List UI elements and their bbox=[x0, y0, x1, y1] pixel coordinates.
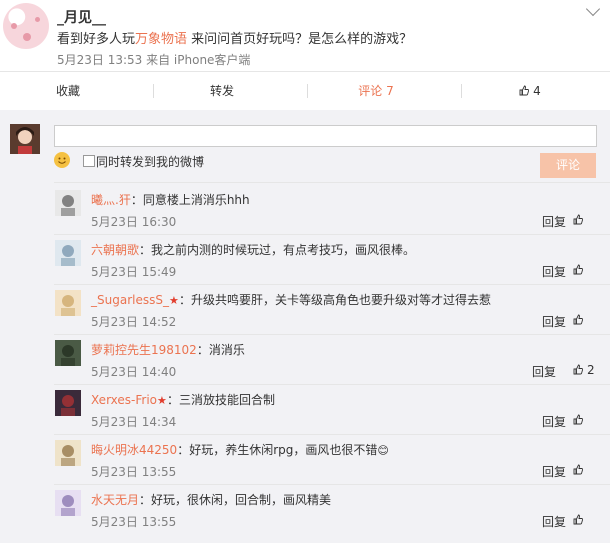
commenter-name[interactable]: 曦灬.犴 bbox=[91, 193, 131, 207]
comment-body: ：好玩，养生休闲rpg，画风也很不错 bbox=[177, 443, 378, 457]
thumb-up-icon bbox=[573, 264, 583, 275]
comment-time: 5月23日 13:55 bbox=[91, 515, 177, 529]
comment-text: Xerxes-Frio★：三消放技能回合制 bbox=[91, 391, 275, 408]
commenter-avatar[interactable] bbox=[55, 440, 81, 466]
thumb-up-icon bbox=[573, 464, 583, 475]
comment-body: ：我之前内测的时候玩过，有点考技巧，画风很棒。 bbox=[139, 243, 416, 257]
post-text-after: 来问问首页好玩吗？是怎么样的游戏？ bbox=[187, 32, 413, 47]
commenter-name[interactable]: 晦火明冰44250 bbox=[91, 443, 177, 457]
thumb-up-icon bbox=[573, 514, 583, 525]
commenter-avatar[interactable] bbox=[55, 490, 81, 516]
post-meta: 5月23日 13:53 来自 iPhone客户端 bbox=[57, 53, 251, 67]
comment-time: 5月23日 13:55 bbox=[91, 465, 177, 479]
comment-like-button[interactable]: 2 bbox=[573, 363, 595, 377]
divider bbox=[54, 234, 610, 235]
comment-time: 5月23日 15:49 bbox=[91, 265, 177, 279]
comment-like-button[interactable] bbox=[573, 413, 583, 427]
forward-checkbox[interactable] bbox=[83, 155, 95, 167]
vip-badge-icon[interactable]: ★ bbox=[157, 395, 167, 406]
post-text-before: 看到好多人玩 bbox=[57, 32, 136, 47]
comment-text: 六朝朝歌：我之前内测的时候玩过，有点考技巧，画风很棒。 bbox=[91, 241, 415, 258]
commenter-avatar[interactable] bbox=[55, 390, 81, 416]
commenter-name[interactable]: 水天无月 bbox=[91, 493, 139, 507]
vip-badge-icon[interactable]: ★ bbox=[169, 295, 179, 306]
comment-text: 曦灬.犴：同意楼上消消乐hhh bbox=[91, 191, 250, 208]
commenter-avatar[interactable] bbox=[55, 240, 81, 266]
repost-button[interactable]: 转发 bbox=[154, 72, 290, 110]
comment-like-button[interactable] bbox=[573, 213, 583, 227]
chevron-down-icon[interactable] bbox=[585, 1, 601, 17]
divider bbox=[54, 434, 610, 435]
comment-like-button[interactable] bbox=[573, 263, 583, 277]
comment-time: 5月23日 16:30 bbox=[91, 215, 177, 229]
divider bbox=[54, 334, 610, 335]
reply-button[interactable]: 回复 bbox=[542, 513, 566, 530]
comment-like-button[interactable] bbox=[573, 463, 583, 477]
action-bar: 收藏 转发 评论 7 4 bbox=[0, 71, 610, 111]
comment-like-count: 2 bbox=[587, 363, 595, 377]
reply-button[interactable]: 回复 bbox=[542, 413, 566, 430]
commenter-name[interactable]: _SugarlessS_ bbox=[91, 293, 169, 307]
divider bbox=[54, 284, 610, 285]
comment-like-button[interactable] bbox=[573, 313, 583, 327]
commenter-avatar[interactable] bbox=[55, 190, 81, 216]
post-text: 看到好多人玩万象物语 来问问首页好玩吗？是怎么样的游戏？ bbox=[57, 28, 412, 47]
comment-time: 5月23日 14:34 bbox=[91, 415, 177, 429]
comment-body: ：三消放技能回合制 bbox=[167, 393, 276, 407]
reply-button[interactable]: 回复 bbox=[542, 313, 566, 330]
commenter-name[interactable]: 萝莉控先生198102 bbox=[91, 343, 197, 357]
reply-button[interactable]: 回复 bbox=[542, 463, 566, 480]
forward-checkbox-label: 同时转发到我的微博 bbox=[96, 155, 205, 169]
comment-time: 5月23日 14:52 bbox=[91, 315, 177, 329]
thumb-up-icon bbox=[573, 414, 583, 425]
comment-time: 5月23日 14:40 bbox=[91, 365, 177, 379]
comment-text: 晦火明冰44250：好玩，养生休闲rpg，画风也很不错😊 bbox=[91, 441, 389, 458]
commenter-avatar[interactable] bbox=[55, 290, 81, 316]
like-count: 4 bbox=[533, 84, 541, 98]
like-button[interactable]: 4 bbox=[462, 72, 598, 110]
reply-button[interactable]: 回复 bbox=[542, 213, 566, 230]
thumb-up-icon bbox=[519, 85, 530, 96]
divider bbox=[54, 384, 610, 385]
comment-text: 萝莉控先生198102：消消乐 bbox=[91, 341, 245, 358]
comment-body: ：好玩，很休闲，回合制，画风精美 bbox=[139, 493, 332, 507]
emoji-icon: 😊 bbox=[377, 444, 389, 457]
thumb-up-icon bbox=[573, 214, 583, 225]
submit-comment-button[interactable]: 评论 bbox=[540, 153, 596, 178]
emoji-icon[interactable] bbox=[54, 152, 70, 168]
post-topic-link[interactable]: 万象物语 bbox=[135, 32, 187, 47]
thumb-up-icon bbox=[573, 314, 583, 325]
current-user-avatar bbox=[10, 124, 40, 154]
thumb-up-icon bbox=[573, 364, 583, 375]
commenter-avatar[interactable] bbox=[55, 340, 81, 366]
reply-button[interactable]: 回复 bbox=[542, 263, 566, 280]
comment-like-button[interactable] bbox=[573, 513, 583, 527]
divider bbox=[54, 182, 610, 183]
favorite-button[interactable]: 收藏 bbox=[0, 72, 136, 110]
commenter-name[interactable]: 六朝朝歌 bbox=[91, 243, 139, 257]
post-author-name[interactable]: _月见__ bbox=[57, 7, 106, 27]
comment-input[interactable] bbox=[54, 125, 597, 147]
commenter-name[interactable]: Xerxes-Frio bbox=[91, 393, 157, 407]
reply-button[interactable]: 回复 bbox=[532, 363, 556, 380]
comment-text: 水天无月：好玩，很休闲，回合制，画风精美 bbox=[91, 491, 331, 508]
post-author-avatar[interactable] bbox=[3, 3, 49, 49]
comment-tab[interactable]: 评论 7 bbox=[308, 72, 444, 110]
comment-body: ：同意楼上消消乐hhh bbox=[130, 193, 250, 207]
divider bbox=[54, 484, 610, 485]
comment-text: _SugarlessS_★：升级共鸣要肝，关卡等级高角色也要升级对等才过得去惹 bbox=[91, 291, 491, 308]
comment-body: ：升级共鸣要肝，关卡等级高角色也要升级对等才过得去惹 bbox=[178, 293, 491, 307]
comment-body: ：消消乐 bbox=[196, 343, 245, 357]
